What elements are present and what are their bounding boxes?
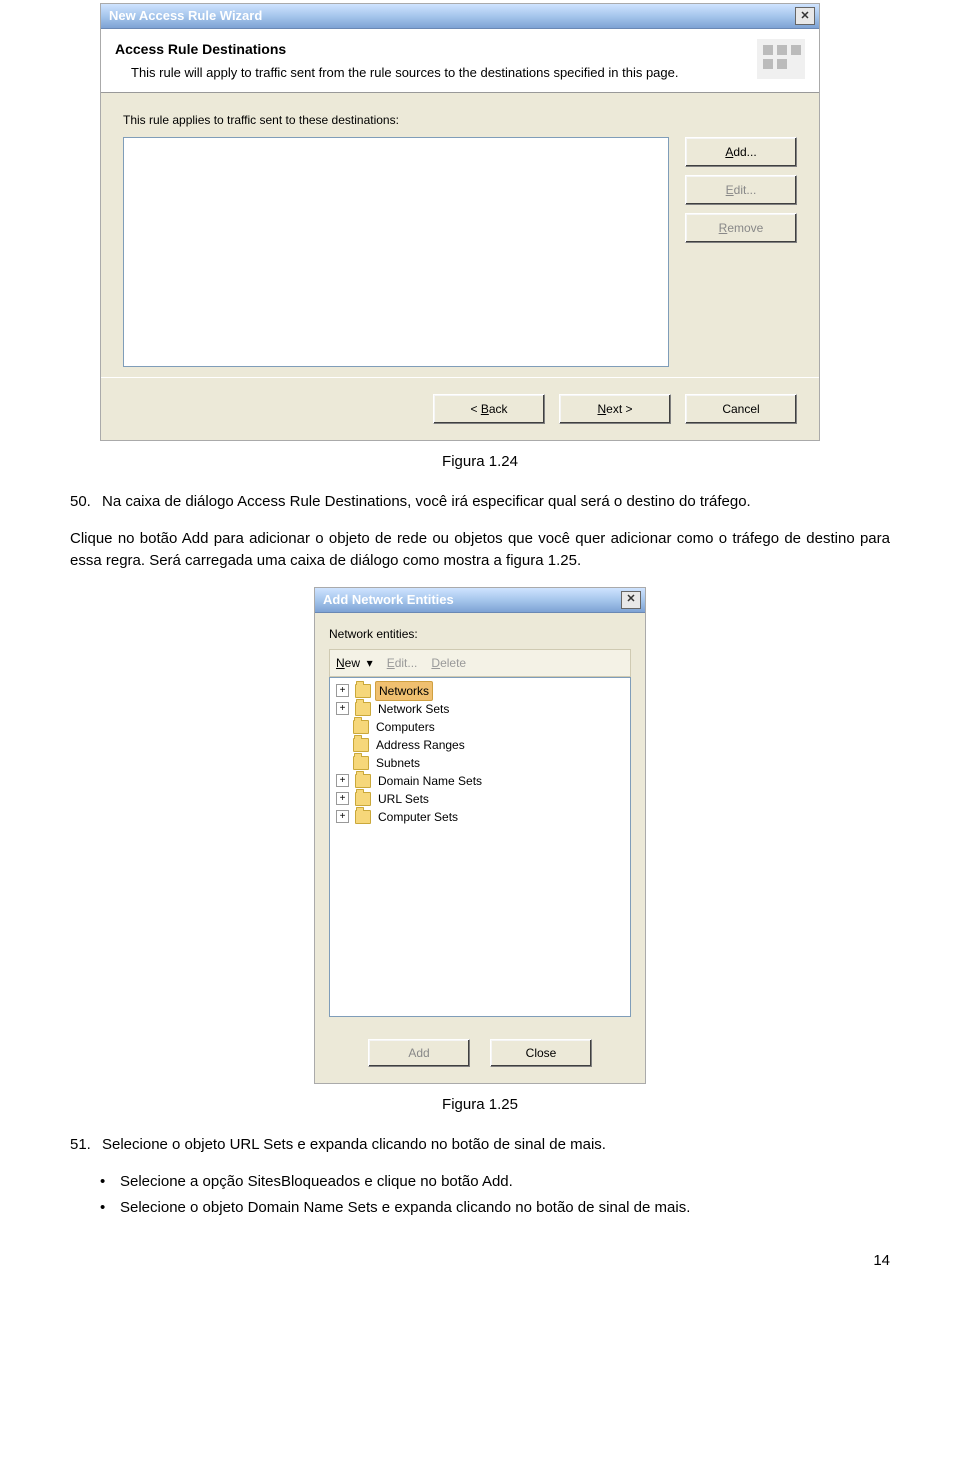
folder-icon [355,684,371,698]
figure-caption-2: Figura 1.25 [70,1094,890,1117]
tree-item-label: Domain Name Sets [375,772,485,790]
step-50-number: 50. [70,491,102,514]
tree-item-label: Computer Sets [375,808,461,826]
tree-item[interactable]: + Networks [334,682,626,700]
expand-icon [336,721,347,732]
network-entities-tree[interactable]: + Networks + Network SetsComputersAddress R… [329,677,631,1017]
ane-close-btn[interactable]: Close [490,1039,592,1067]
tree-item-label: Subnets [373,754,423,772]
bullet-item: •Selecione o objeto Domain Name Sets e e… [100,1197,890,1220]
folder-icon [353,738,369,752]
folder-icon [355,792,371,806]
wizard-header: Access Rule Destinations This rule will … [101,29,819,93]
expand-icon[interactable]: + [336,810,349,823]
expand-icon[interactable]: + [336,774,349,787]
network-entities-label: Network entities: [329,625,631,643]
folder-icon [355,810,371,824]
tree-item[interactable]: + URL Sets [334,790,626,808]
add-button[interactable]: Add... [685,137,797,167]
destinations-label: This rule applies to traffic sent to the… [123,111,399,129]
expand-icon[interactable]: + [336,792,349,805]
close-icon: ✕ [626,591,635,608]
bullet-icon: • [100,1197,120,1220]
toolbar-edit[interactable]: Edit... [387,654,418,672]
folder-icon [355,774,371,788]
tree-item-label: Address Ranges [373,736,468,754]
cancel-button[interactable]: Cancel [685,394,797,424]
ane-titlebar: Add Network Entities ✕ [315,588,645,613]
add-network-entities-dialog: Add Network Entities ✕ Network entities:… [314,587,646,1084]
page-number: 14 [70,1250,890,1273]
bullet-icon: • [100,1171,120,1194]
tree-item[interactable]: + Domain Name Sets [334,772,626,790]
bullet-item: •Selecione a opção SitesBloqueados e cli… [100,1171,890,1194]
edit-underline: E [726,183,734,197]
remove-underline: R [719,221,728,235]
expand-icon [336,757,347,768]
step-51-text: Selecione o objeto URL Sets e expanda cl… [102,1134,606,1157]
step-51-number: 51. [70,1134,102,1157]
folder-icon [353,720,369,734]
wizard-title: New Access Rule Wizard [109,6,262,26]
expand-icon[interactable]: + [336,684,349,697]
tree-item-label: Computers [373,718,438,736]
wizard-header-title: Access Rule Destinations [115,39,678,60]
folder-icon [353,756,369,770]
close-button[interactable]: ✕ [795,7,815,25]
bullet-text: Selecione a opção SitesBloqueados e cliq… [120,1171,513,1194]
next-button[interactable]: Next > [559,394,671,424]
tree-item-label: Networks [375,681,433,701]
ane-title: Add Network Entities [323,590,454,610]
close-icon: ✕ [800,8,809,25]
ane-toolbar: New ▾ Edit... Delete [329,649,631,677]
step-50-sentence2: Clique no botão Add para adicionar o obj… [70,528,890,573]
ane-add-button[interactable]: Add [368,1039,470,1067]
figure-caption-1: Figura 1.24 [70,451,890,474]
tree-item-label: Network Sets [375,700,452,718]
expand-icon [336,739,347,750]
tree-item[interactable]: Address Ranges [334,736,626,754]
bullet-text: Selecione o objeto Domain Name Sets e ex… [120,1197,690,1220]
destinations-list[interactable] [123,137,669,367]
step-50-sentence1: Na caixa de diálogo Access Rule Destinat… [102,493,751,510]
remove-button[interactable]: Remove [685,213,797,243]
tree-item[interactable]: Subnets [334,754,626,772]
tree-item[interactable]: + Computer Sets [334,808,626,826]
wizard-header-desc: This rule will apply to traffic sent fro… [131,64,678,82]
tree-item[interactable]: Computers [334,718,626,736]
wizard-titlebar: New Access Rule Wizard ✕ [101,4,819,29]
folder-icon [355,702,371,716]
ane-close-button[interactable]: ✕ [621,591,641,609]
wizard-header-icon [757,39,805,79]
toolbar-delete[interactable]: Delete [431,654,466,672]
tree-item[interactable]: + Network Sets [334,700,626,718]
back-button[interactable]: < Back [433,394,545,424]
expand-icon[interactable]: + [336,702,349,715]
wizard-footer: < Back Next > Cancel [101,377,819,440]
tree-item-label: URL Sets [375,790,432,808]
toolbar-new[interactable]: New ▾ [336,654,373,672]
wizard-body: This rule applies to traffic sent to the… [101,93,819,377]
wizard-dialog: New Access Rule Wizard ✕ Access Rule Des… [100,3,820,441]
edit-button[interactable]: Edit... [685,175,797,205]
